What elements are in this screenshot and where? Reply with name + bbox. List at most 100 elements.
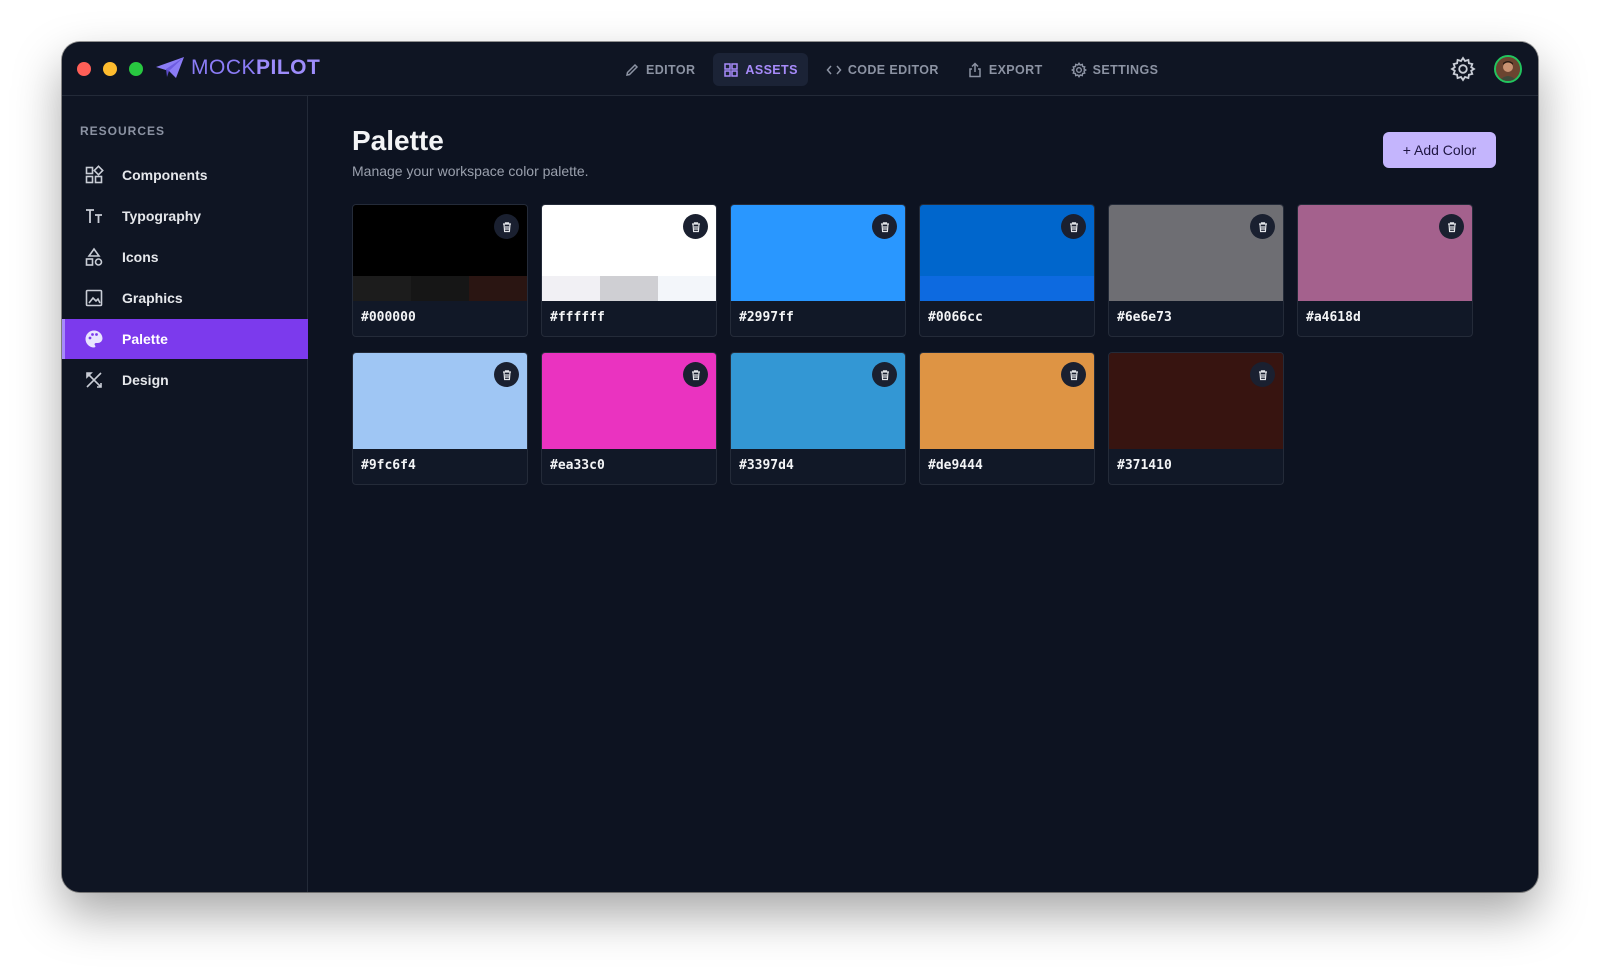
trash-icon: [691, 369, 700, 380]
color-card[interactable]: #0066cc: [919, 204, 1095, 337]
nav-settings[interactable]: SETTINGS: [1061, 53, 1169, 86]
app-window: MOCKPILOT EDITOR ASSETS CODE EDITOR EXPO…: [62, 42, 1538, 892]
sidebar-item-label: Components: [122, 167, 208, 183]
trash-icon: [1258, 221, 1267, 232]
trash-icon: [1069, 221, 1078, 232]
page-title: Palette: [352, 125, 444, 156]
trash-icon: [1258, 369, 1267, 380]
sidebar-item-icons[interactable]: Icons: [62, 237, 308, 277]
color-hex-label: #0066cc: [928, 310, 983, 325]
design-tools-icon: [86, 372, 102, 388]
brand-logo[interactable]: MOCKPILOT: [155, 56, 320, 80]
settings-gear-icon[interactable]: [1450, 56, 1476, 82]
color-hex-label: #371410: [1117, 458, 1172, 473]
shade-chip: [920, 276, 1094, 301]
delete-color-button[interactable]: [494, 214, 519, 239]
color-shades: [353, 276, 527, 301]
color-card[interactable]: #2997ff: [730, 204, 906, 337]
user-avatar[interactable]: [1494, 55, 1522, 83]
title-bar: MOCKPILOT EDITOR ASSETS CODE EDITOR EXPO…: [62, 42, 1538, 96]
shade-chip: [411, 276, 469, 301]
delete-color-button[interactable]: [1439, 214, 1464, 239]
shade-chip: [469, 276, 527, 301]
delete-color-button[interactable]: [1061, 362, 1086, 387]
nav-settings-label: SETTINGS: [1092, 62, 1159, 77]
minimize-window-button[interactable]: [103, 62, 117, 76]
sidebar-item-design[interactable]: Design: [62, 360, 308, 400]
color-card[interactable]: #9fc6f4: [352, 352, 528, 485]
shade-chip: [542, 276, 600, 301]
trash-icon: [880, 369, 889, 380]
gear-icon: [1070, 61, 1087, 78]
nav-editor-label: EDITOR: [646, 62, 696, 77]
trash-icon: [1447, 221, 1456, 232]
delete-color-button[interactable]: [872, 362, 897, 387]
avatar-image: [1496, 57, 1520, 81]
color-hex-label: #9fc6f4: [361, 458, 416, 473]
nav-editor[interactable]: EDITOR: [614, 53, 705, 86]
palette-icon: [85, 330, 103, 348]
shade-chip: [658, 276, 716, 301]
color-hex-label: #000000: [361, 310, 416, 325]
delete-color-button[interactable]: [1250, 214, 1275, 239]
sidebar-item-label: Design: [122, 372, 169, 388]
sidebar-heading: RESOURCES: [80, 124, 166, 138]
nav-assets-label: ASSETS: [745, 62, 798, 77]
delete-color-button[interactable]: [683, 362, 708, 387]
color-hex-label: #3397d4: [739, 458, 794, 473]
nav-export-label: EXPORT: [988, 62, 1043, 77]
shapes-icon: [85, 247, 103, 266]
close-window-button[interactable]: [77, 62, 91, 76]
top-nav: EDITOR ASSETS CODE EDITOR EXPORT SETTING…: [614, 53, 1168, 86]
color-shades: [542, 276, 716, 301]
delete-color-button[interactable]: [1061, 214, 1086, 239]
trash-icon: [691, 221, 700, 232]
nav-code-editor[interactable]: CODE EDITOR: [816, 53, 949, 86]
image-icon: [85, 289, 103, 307]
color-shades: [920, 276, 1094, 301]
brand-name: MOCKPILOT: [191, 56, 321, 79]
sidebar-item-components[interactable]: Components: [62, 155, 308, 195]
color-card[interactable]: #000000: [352, 204, 528, 337]
nav-export[interactable]: EXPORT: [957, 53, 1053, 86]
delete-color-button[interactable]: [1250, 362, 1275, 387]
sidebar-list: Components Typography Icons Graphics Pal…: [62, 155, 308, 401]
sidebar-item-label: Icons: [122, 249, 159, 265]
color-hex-label: #ea33c0: [550, 458, 605, 473]
color-hex-label: #a4618d: [1306, 310, 1361, 325]
color-grid: #000000 #ffffff #2997ff #0066cc #6e6e73 #a461…: [352, 204, 1474, 485]
sidebar-item-palette[interactable]: Palette: [62, 319, 308, 359]
color-card[interactable]: #a4618d: [1297, 204, 1473, 337]
color-card[interactable]: #3397d4: [730, 352, 906, 485]
color-hex-label: #ffffff: [550, 310, 605, 325]
nav-assets[interactable]: ASSETS: [713, 53, 808, 86]
sidebar-item-typography[interactable]: Typography: [62, 196, 308, 236]
trash-icon: [502, 221, 511, 232]
sidebar-item-label: Graphics: [122, 290, 183, 306]
share-icon: [969, 61, 981, 77]
main-content: Palette Manage your workspace color pale…: [309, 96, 1538, 892]
window-controls: [77, 62, 143, 76]
maximize-window-button[interactable]: [129, 62, 143, 76]
color-hex-label: #de9444: [928, 458, 983, 473]
add-color-button[interactable]: + Add Color: [1383, 132, 1496, 168]
page-subtitle: Manage your workspace color palette.: [352, 163, 589, 179]
nav-code-editor-label: CODE EDITOR: [847, 62, 939, 77]
shade-chip: [600, 276, 658, 301]
grid-icon: [724, 62, 739, 77]
color-card[interactable]: #371410: [1108, 352, 1284, 485]
color-card[interactable]: #ea33c0: [541, 352, 717, 485]
delete-color-button[interactable]: [683, 214, 708, 239]
color-hex-label: #2997ff: [739, 310, 794, 325]
trash-icon: [880, 221, 889, 232]
trash-icon: [1069, 369, 1078, 380]
pencil-icon: [626, 63, 639, 76]
sidebar-item-graphics[interactable]: Graphics: [62, 278, 308, 318]
delete-color-button[interactable]: [494, 362, 519, 387]
color-card[interactable]: #ffffff: [541, 204, 717, 337]
components-icon: [85, 165, 104, 184]
color-card[interactable]: #6e6e73: [1108, 204, 1284, 337]
color-card[interactable]: #de9444: [919, 352, 1095, 485]
delete-color-button[interactable]: [872, 214, 897, 239]
sidebar-item-label: Typography: [122, 208, 202, 224]
